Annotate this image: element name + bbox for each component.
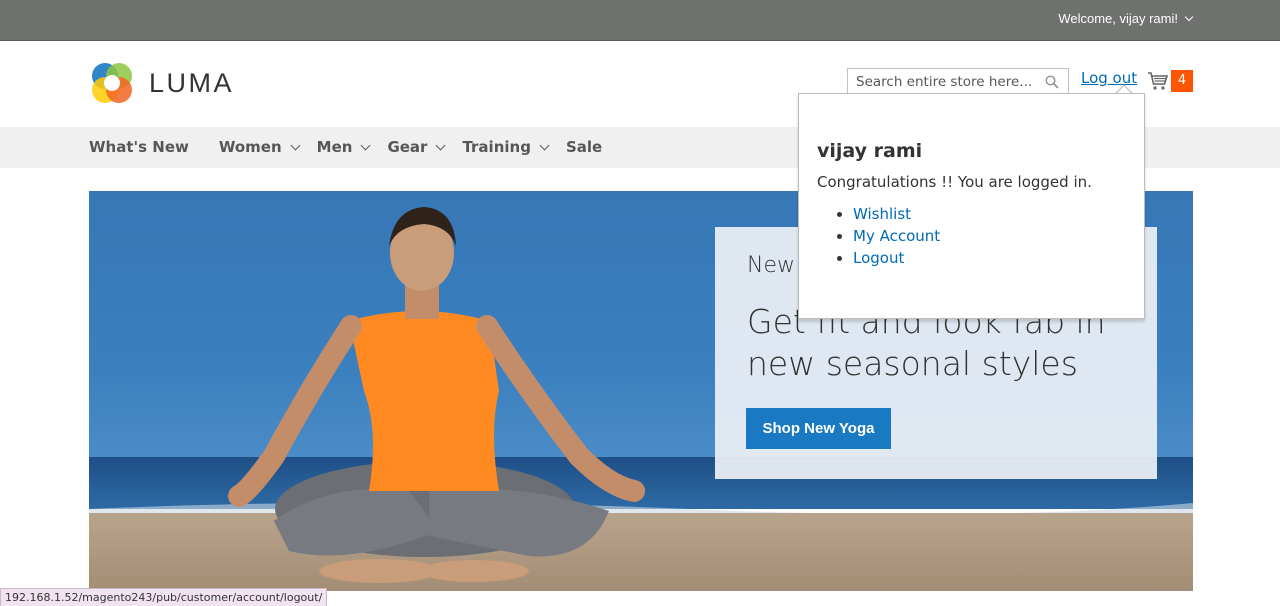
shop-new-yoga-button[interactable]: Shop New Yoga (746, 408, 891, 449)
search-input[interactable] (848, 74, 1038, 90)
nav-item-women[interactable]: Women (218, 138, 301, 156)
cart-icon (1148, 72, 1169, 90)
account-links: Wishlist My Account Logout (835, 203, 940, 269)
search-icon[interactable] (1045, 75, 1059, 89)
cart-count-badge: 4 (1171, 70, 1193, 92)
nav-item-label: Men (316, 138, 353, 156)
nav-item-label: What's New (89, 138, 189, 156)
chevron-down-icon (360, 140, 371, 150)
nav-item-label: Gear (387, 138, 428, 156)
top-panel: Welcome, vijay rami! (0, 0, 1280, 41)
nav-item-label: Women (218, 138, 282, 156)
my-account-link[interactable]: My Account (853, 227, 940, 245)
login-message: Congratulations !! You are logged in. (817, 173, 1092, 191)
list-item: Wishlist (853, 203, 940, 225)
nav-item-training[interactable]: Training (462, 138, 550, 156)
promo-subheading: New (747, 253, 795, 278)
wishlist-link[interactable]: Wishlist (853, 205, 911, 223)
minicart-button[interactable]: 4 (1147, 70, 1193, 92)
chevron-down-icon (436, 140, 446, 150)
nav-item-men[interactable]: Men (316, 138, 371, 156)
chevron-down-icon (1184, 12, 1194, 21)
nav-item-label: Training (462, 138, 531, 156)
list-item: My Account (853, 225, 940, 247)
chevron-down-icon (539, 140, 550, 150)
logout-link[interactable]: Log out (1081, 69, 1137, 87)
nav-item-label: Sale (565, 138, 603, 156)
status-bar-url: 192.168.1.52/magento243/pub/customer/acc… (0, 588, 328, 606)
nav-item-whats-new[interactable]: What's New (89, 138, 189, 156)
nav-item-gear[interactable]: Gear (387, 138, 446, 156)
logo-text: LUMA (149, 67, 235, 98)
store-logo[interactable]: LUMA (89, 60, 234, 106)
dropdown-logout-link[interactable]: Logout (853, 249, 904, 267)
customer-name: vijay rami (817, 140, 923, 162)
account-dropdown: vijay rami Congratulations !! You are lo… (798, 93, 1145, 319)
welcome-menu[interactable]: Welcome, vijay rami! (1058, 11, 1194, 26)
search-box (847, 68, 1069, 96)
welcome-text: Welcome, vijay rami! (1058, 11, 1178, 26)
list-item: Logout (853, 247, 940, 269)
nav-item-sale[interactable]: Sale (566, 138, 602, 156)
luma-logo-icon (92, 63, 132, 103)
chevron-down-icon (290, 140, 301, 150)
